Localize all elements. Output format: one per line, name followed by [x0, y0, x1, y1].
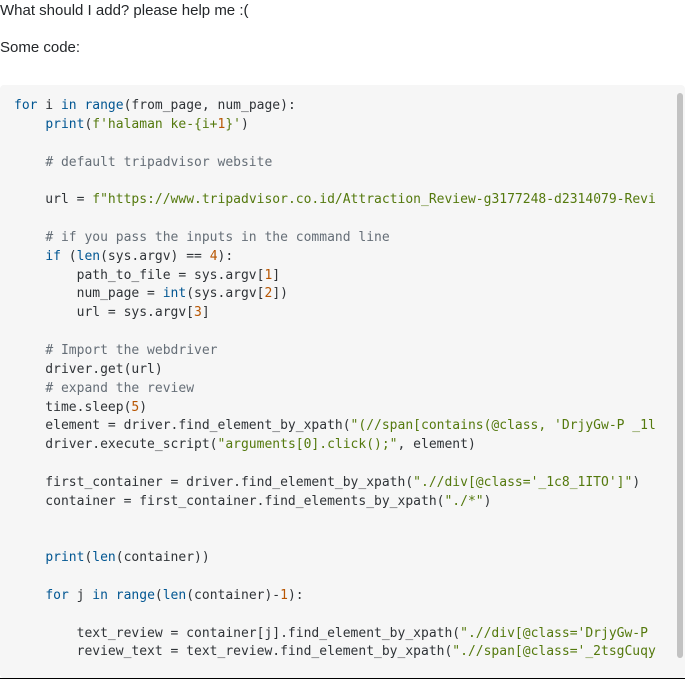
code-token: f'halaman ke-{i+	[92, 117, 217, 132]
code-token: container = first_container.find_element…	[14, 494, 444, 509]
code-token: ):	[218, 249, 234, 264]
code-token: url =	[14, 192, 92, 207]
code-token: )	[632, 475, 640, 490]
code-token: f"https://www.tripadvisor.co.id/Attracti…	[92, 192, 656, 207]
code-token: path_to_file = sys.argv[	[14, 268, 264, 283]
code-token: (	[155, 588, 163, 603]
code-token: ".//div[@class='DrjyGw-P	[460, 626, 656, 641]
code-token: len	[92, 550, 115, 565]
code-token: print	[45, 117, 84, 132]
code-token: in	[61, 98, 77, 113]
code-scrollbar-vertical[interactable]	[677, 93, 683, 658]
code-token: text_review = container[j].find_element_…	[14, 626, 460, 641]
code-token: }'	[225, 117, 241, 132]
code-token: driver.get(url)	[14, 362, 163, 377]
code-token	[14, 249, 45, 264]
code-token: ]	[272, 268, 280, 283]
code-token: num_page =	[14, 286, 163, 301]
code-token: (container)-	[186, 588, 280, 603]
code-token	[108, 588, 116, 603]
code-token: ])	[272, 286, 288, 301]
code-token: # if you pass the inputs in the command …	[45, 230, 389, 245]
post-question-text: What should I add? please help me :(	[0, 0, 685, 23]
code-token	[14, 588, 45, 603]
code-token: range	[116, 588, 155, 603]
code-token: (container))	[116, 550, 210, 565]
code-token	[14, 155, 45, 170]
code-token: int	[163, 286, 186, 301]
code-token: in	[92, 588, 108, 603]
code-token: )	[484, 494, 492, 509]
code-token	[14, 117, 45, 132]
code-token: print	[45, 550, 84, 565]
code-token: ):	[288, 588, 304, 603]
code-token: ".//span[@class='_2tsgCuqy	[452, 644, 656, 659]
code-token	[14, 343, 45, 358]
code-token: if	[45, 249, 61, 264]
code-token: for	[45, 588, 68, 603]
code-token	[14, 381, 45, 396]
code-token: 4	[210, 249, 218, 264]
code-token: 3	[194, 305, 202, 320]
code-token: first_container = driver.find_element_by…	[14, 475, 413, 490]
code-token: i	[37, 98, 60, 113]
code-token	[14, 550, 45, 565]
code-token	[14, 230, 45, 245]
code-token: len	[77, 249, 100, 264]
code-token: "(//span[contains(@class, 'DrjyGw-P _1l	[351, 418, 656, 433]
code-token: 1	[280, 588, 288, 603]
code-token: for	[14, 98, 37, 113]
post-body: What should I add? please help me :( Som…	[0, 0, 685, 81]
code-token: url = sys.argv[	[14, 305, 194, 320]
code-token: time.sleep(	[14, 400, 131, 415]
code-token: )	[139, 400, 147, 415]
code-token: (sys.argv) ==	[100, 249, 210, 264]
code-token: ".//div[@class='_1c8_1ITO']"	[413, 475, 632, 490]
code-token: , element)	[398, 437, 476, 452]
code-token: driver.execute_script(	[14, 437, 218, 452]
code-token: "./*"	[444, 494, 483, 509]
code-token: j	[69, 588, 92, 603]
code-token: )	[241, 117, 249, 132]
code-token: (	[61, 249, 77, 264]
code-token: (from_page, num_page):	[124, 98, 296, 113]
code-token: # expand the review	[45, 381, 194, 396]
code-token: # Import the webdriver	[45, 343, 217, 358]
code-token: range	[84, 98, 123, 113]
code-block[interactable]: for i in range(from_page, num_page): pri…	[0, 85, 685, 678]
code-token: "arguments[0].click();"	[218, 437, 398, 452]
post-some-code-text: Some code:	[0, 37, 685, 60]
code-token: (sys.argv[	[186, 286, 264, 301]
code-token: review_text = text_review.find_element_b…	[14, 644, 452, 659]
code-token: len	[163, 588, 186, 603]
code-token: ]	[202, 305, 210, 320]
code-container: for i in range(from_page, num_page): pri…	[0, 85, 685, 678]
code-token: # default tripadvisor website	[45, 155, 272, 170]
code-token: element = driver.find_element_by_xpath(	[14, 418, 351, 433]
